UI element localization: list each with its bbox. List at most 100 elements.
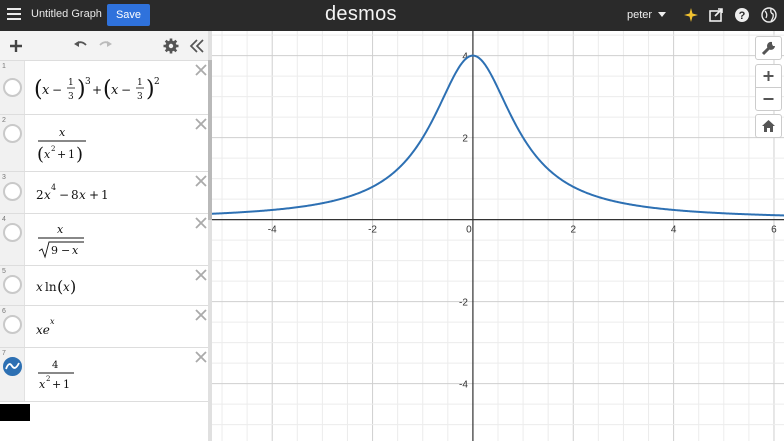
svg-text:2: 2 xyxy=(46,375,50,383)
expression-item-5[interactable]: 5 x ln ( x ) xyxy=(0,266,211,306)
expression-index: 4 xyxy=(2,216,6,223)
svg-text:1: 1 xyxy=(68,78,74,88)
expression-math-3[interactable]: 2 x 4 − 8 x + 1 xyxy=(36,180,116,206)
svg-text:4: 4 xyxy=(51,183,56,192)
expression-index: 5 xyxy=(2,268,6,275)
svg-text:−: − xyxy=(121,83,131,97)
redo-icon[interactable] xyxy=(97,37,115,55)
graph-settings-button[interactable] xyxy=(755,36,782,60)
expression-math-2[interactable]: x ( x 2 + 1 ) xyxy=(36,123,96,167)
expression-math-5[interactable]: x ln ( x ) xyxy=(36,273,86,299)
delete-icon[interactable] xyxy=(195,269,207,281)
svg-text:9: 9 xyxy=(51,244,58,257)
delete-icon[interactable] xyxy=(195,175,207,187)
grid xyxy=(212,31,784,441)
expression-item-1[interactable]: 1 ( x − 1 3 ) 3 + ( x − 1 3 ) 2 xyxy=(0,61,211,115)
svg-text:x: x xyxy=(44,188,51,202)
minus-icon xyxy=(763,98,774,100)
svg-text:x: x xyxy=(39,378,46,391)
tick-labels: -4 -2 0 2 4 642-2-4 xyxy=(268,52,777,391)
toggle-visibility-icon[interactable] xyxy=(3,78,22,97)
x-tick-label: 2 xyxy=(570,225,576,236)
svg-text:x: x xyxy=(79,188,86,202)
svg-text:−: − xyxy=(61,244,70,257)
svg-text:1: 1 xyxy=(101,188,109,202)
share-icon[interactable] xyxy=(708,7,724,23)
x-tick-label: -2 xyxy=(368,225,377,236)
zoom-in-button[interactable] xyxy=(755,64,782,88)
x-tick-label: 6 xyxy=(771,225,777,236)
expression-math-4[interactable]: x 9 − x xyxy=(36,221,96,263)
svg-text:−: − xyxy=(59,188,69,202)
svg-text:x: x xyxy=(42,83,50,98)
y-tick-label: 2 xyxy=(462,134,468,145)
undo-icon[interactable] xyxy=(71,37,89,55)
x-tick-label: 4 xyxy=(671,225,677,236)
collapse-panel-icon[interactable] xyxy=(188,37,206,55)
expression-index: 3 xyxy=(2,174,6,181)
expression-index: 6 xyxy=(2,308,6,315)
user-name: peter xyxy=(627,9,653,21)
sparkle-icon[interactable] xyxy=(683,7,699,23)
svg-text:x: x xyxy=(111,83,119,98)
delete-icon[interactable] xyxy=(195,309,207,321)
home-icon xyxy=(762,120,775,132)
delete-icon[interactable] xyxy=(195,64,207,76)
svg-text:2: 2 xyxy=(154,77,160,87)
svg-text:+: + xyxy=(52,378,61,391)
wrench-icon xyxy=(761,41,775,56)
add-expression-icon[interactable] xyxy=(7,37,25,55)
svg-text:3: 3 xyxy=(85,77,91,87)
toggle-visibility-icon[interactable] xyxy=(3,357,22,376)
svg-text:x: x xyxy=(36,280,43,294)
menu-icon[interactable] xyxy=(7,8,21,20)
expression-item-3[interactable]: 3 2 x 4 − 8 x + 1 xyxy=(0,172,211,214)
svg-text:(: ( xyxy=(37,144,44,165)
y-tick-label: -2 xyxy=(459,298,468,309)
expression-math-7[interactable]: 4 x 2 + 1 xyxy=(36,356,86,396)
svg-text:3: 3 xyxy=(137,92,143,102)
expression-item-4[interactable]: 4 x 9 − x xyxy=(0,214,211,266)
svg-text:8: 8 xyxy=(71,188,79,202)
expression-item-2[interactable]: 2 x ( x 2 + 1 ) xyxy=(0,115,211,172)
svg-text:x: x xyxy=(72,244,79,257)
expression-item-7[interactable]: 7 4 x 2 + 1 xyxy=(0,348,211,402)
expression-index: 1 xyxy=(2,63,6,70)
delete-icon[interactable] xyxy=(195,118,207,130)
save-button[interactable]: Save xyxy=(107,4,150,26)
svg-text:+: + xyxy=(92,83,102,97)
svg-text:−: − xyxy=(52,83,62,97)
svg-text:x: x xyxy=(57,223,64,236)
toggle-visibility-icon[interactable] xyxy=(3,275,22,294)
graph-title[interactable]: Untitled Graph xyxy=(31,8,102,20)
help-icon[interactable]: ? xyxy=(734,7,750,23)
svg-text:x: x xyxy=(63,280,70,294)
expression-index: 2 xyxy=(2,117,6,124)
svg-text:1: 1 xyxy=(68,148,75,161)
user-menu[interactable]: peter xyxy=(627,9,667,21)
graph-canvas[interactable]: -4 -2 0 2 4 642-2-4 xyxy=(212,31,784,441)
expression-item-6[interactable]: 6 xe x xyxy=(0,306,211,348)
svg-text:1: 1 xyxy=(63,378,70,391)
delete-icon[interactable] xyxy=(195,217,207,229)
gear-icon[interactable] xyxy=(162,37,180,55)
svg-text:x: x xyxy=(44,148,51,161)
svg-text:1: 1 xyxy=(137,78,143,88)
globe-icon[interactable] xyxy=(761,7,777,23)
toggle-visibility-icon[interactable] xyxy=(3,223,22,242)
top-bar: Untitled Graph Save desmos peter ? xyxy=(0,0,784,31)
svg-text:ln: ln xyxy=(45,280,57,294)
toggle-visibility-icon[interactable] xyxy=(3,315,22,334)
x-tick-label: -4 xyxy=(268,225,277,236)
default-viewport-button[interactable] xyxy=(755,114,782,138)
svg-text:x: x xyxy=(50,317,55,326)
svg-text:x: x xyxy=(59,126,66,139)
desmos-logo: desmos xyxy=(325,3,397,25)
delete-icon[interactable] xyxy=(195,351,207,363)
expression-math-6[interactable]: xe x xyxy=(36,314,76,340)
toggle-visibility-icon[interactable] xyxy=(3,124,22,143)
zoom-out-button[interactable] xyxy=(755,87,782,111)
black-box xyxy=(0,404,30,421)
expression-math-1[interactable]: ( x − 1 3 ) 3 + ( x − 1 3 ) 2 xyxy=(34,70,184,106)
toggle-visibility-icon[interactable] xyxy=(3,182,22,201)
